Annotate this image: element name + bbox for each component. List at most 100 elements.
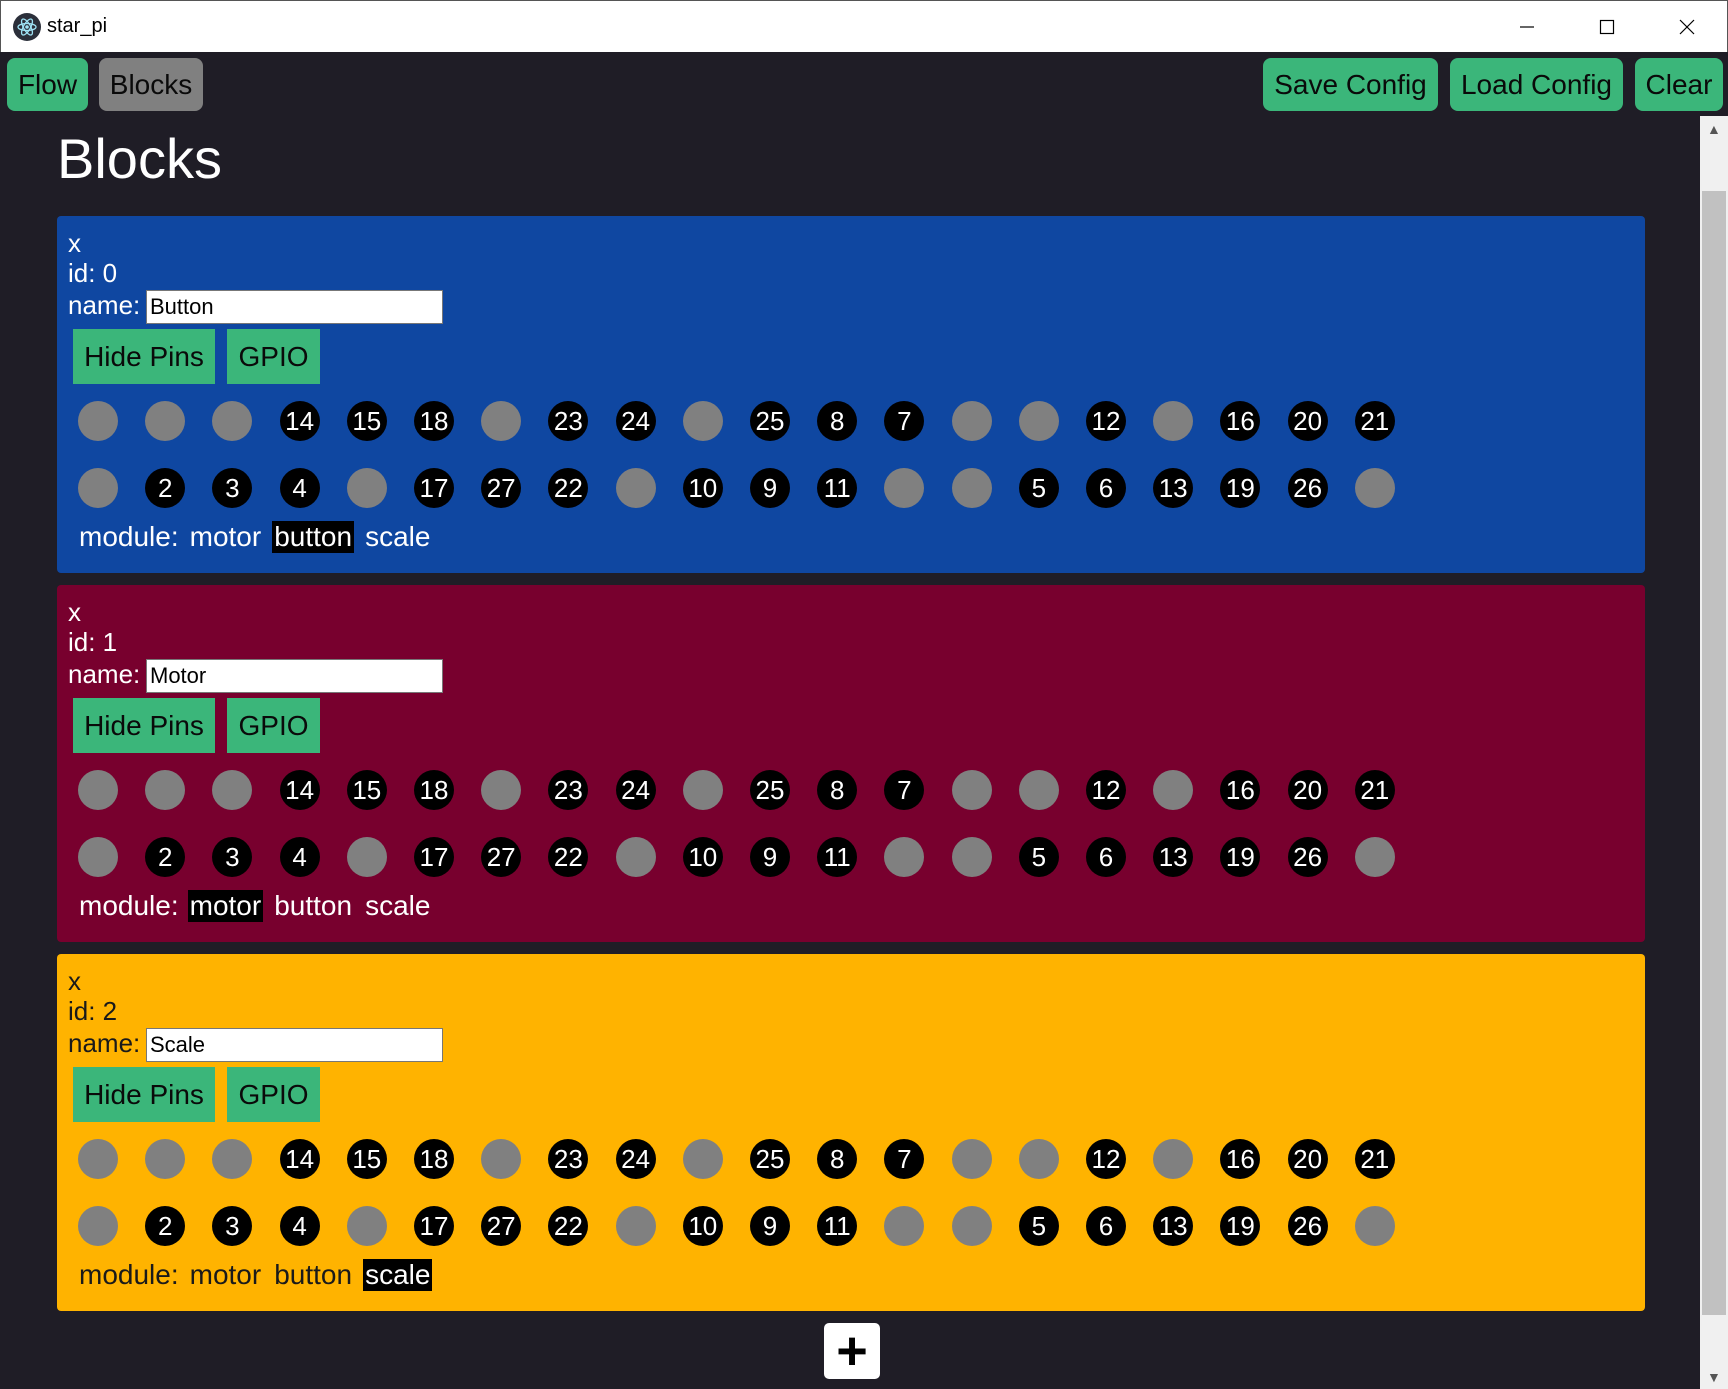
gpio-pin[interactable]: 16 (1220, 770, 1261, 810)
gpio-pin[interactable]: 12 (1086, 401, 1126, 441)
gpio-pin[interactable]: 11 (817, 837, 858, 877)
gpio-pin[interactable]: 5 (1018, 468, 1059, 508)
gpio-pin[interactable]: 21 (1354, 401, 1395, 441)
gpio-pin[interactable]: 19 (1220, 1206, 1261, 1246)
gpio-pin[interactable]: 18 (414, 1139, 454, 1179)
module-option-motor[interactable]: motor (188, 521, 264, 553)
flow-tab-button[interactable]: Flow (7, 58, 88, 111)
gpio-pin[interactable]: 27 (481, 837, 522, 877)
gpio-pin[interactable]: 4 (279, 1206, 320, 1246)
gpio-pin[interactable]: 9 (750, 1206, 790, 1246)
gpio-pin[interactable]: 24 (615, 1139, 656, 1179)
load-config-button[interactable]: Load Config (1450, 58, 1623, 111)
scroll-up-arrow-icon[interactable]: ▲ (1707, 121, 1721, 137)
vertical-scrollbar[interactable]: ▲ ▼ (1700, 116, 1728, 1389)
gpio-pin[interactable]: 3 (212, 468, 253, 508)
gpio-pin[interactable]: 10 (682, 837, 723, 877)
gpio-pin[interactable]: 3 (212, 837, 253, 877)
add-block-button[interactable]: + (824, 1321, 880, 1381)
gpio-pin[interactable]: 12 (1086, 770, 1126, 810)
gpio-pin[interactable]: 21 (1354, 770, 1395, 810)
gpio-pin[interactable]: 17 (414, 837, 454, 877)
gpio-pin[interactable]: 8 (817, 1139, 858, 1179)
module-option-button[interactable]: button (272, 521, 355, 553)
gpio-pin[interactable]: 6 (1086, 468, 1126, 508)
gpio-pin[interactable]: 8 (817, 401, 858, 441)
gpio-pin[interactable]: 9 (750, 468, 790, 508)
gpio-pin[interactable]: 17 (414, 468, 454, 508)
gpio-pin[interactable]: 9 (750, 837, 790, 877)
remove-block-button[interactable]: x (68, 228, 81, 259)
gpio-pin[interactable]: 11 (817, 1206, 858, 1246)
gpio-pin[interactable]: 5 (1018, 837, 1059, 877)
gpio-pin[interactable]: 6 (1086, 837, 1126, 877)
gpio-pin[interactable]: 13 (1153, 468, 1194, 508)
gpio-pin[interactable]: 23 (548, 401, 589, 441)
module-option-button[interactable]: button (272, 890, 354, 922)
gpio-pin[interactable]: 14 (279, 401, 320, 441)
gpio-pin[interactable]: 20 (1287, 770, 1328, 810)
gpio-pin[interactable]: 27 (481, 468, 522, 508)
gpio-pin[interactable]: 26 (1287, 837, 1328, 877)
gpio-pin[interactable]: 11 (817, 468, 858, 508)
remove-block-button[interactable]: x (68, 966, 81, 997)
gpio-pin[interactable]: 16 (1220, 1139, 1261, 1179)
gpio-pin[interactable]: 5 (1018, 1206, 1059, 1246)
block-name-input[interactable] (146, 1028, 443, 1062)
gpio-pin[interactable]: 14 (279, 770, 320, 810)
gpio-pin[interactable]: 7 (884, 770, 925, 810)
block-name-input[interactable] (146, 659, 443, 693)
remove-block-button[interactable]: x (68, 597, 81, 628)
gpio-pin[interactable]: 4 (279, 837, 320, 877)
gpio-pin[interactable]: 14 (279, 1139, 320, 1179)
module-option-scale[interactable]: scale (363, 521, 432, 553)
gpio-pin[interactable]: 2 (145, 1206, 186, 1246)
module-option-motor[interactable]: motor (188, 1259, 264, 1291)
close-window-button[interactable] (1647, 1, 1727, 53)
hide-pins-button[interactable]: Hide Pins (73, 329, 215, 384)
module-option-scale[interactable]: scale (363, 1259, 433, 1291)
gpio-pin[interactable]: 6 (1086, 1206, 1126, 1246)
gpio-pin[interactable]: 20 (1287, 1139, 1328, 1179)
gpio-pin[interactable]: 23 (548, 1139, 589, 1179)
gpio-pin[interactable]: 12 (1086, 1139, 1126, 1179)
hide-pins-button[interactable]: Hide Pins (73, 1067, 215, 1122)
gpio-pin[interactable]: 20 (1287, 401, 1328, 441)
scrollbar-thumb[interactable] (1702, 191, 1726, 1315)
block-name-input[interactable] (146, 290, 443, 324)
gpio-pin[interactable]: 24 (615, 401, 656, 441)
gpio-button[interactable]: GPIO (227, 1067, 320, 1122)
maximize-button[interactable] (1567, 1, 1647, 53)
gpio-pin[interactable]: 23 (548, 770, 589, 810)
gpio-pin[interactable]: 17 (414, 1206, 454, 1246)
gpio-pin[interactable]: 10 (682, 1206, 723, 1246)
gpio-pin[interactable]: 18 (414, 401, 454, 441)
gpio-pin[interactable]: 15 (346, 1139, 387, 1179)
module-option-button[interactable]: button (272, 1259, 354, 1291)
gpio-pin[interactable]: 7 (884, 1139, 925, 1179)
gpio-pin[interactable]: 2 (145, 468, 186, 508)
gpio-pin[interactable]: 4 (279, 468, 320, 508)
gpio-pin[interactable]: 25 (750, 1139, 790, 1179)
gpio-pin[interactable]: 21 (1354, 1139, 1395, 1179)
gpio-pin[interactable]: 18 (414, 770, 454, 810)
gpio-pin[interactable]: 15 (346, 401, 387, 441)
gpio-pin[interactable]: 26 (1287, 468, 1328, 508)
gpio-pin[interactable]: 2 (145, 837, 186, 877)
gpio-pin[interactable]: 22 (548, 468, 589, 508)
gpio-pin[interactable]: 22 (548, 837, 589, 877)
gpio-pin[interactable]: 3 (212, 1206, 253, 1246)
gpio-pin[interactable]: 13 (1153, 837, 1194, 877)
gpio-pin[interactable]: 19 (1220, 468, 1261, 508)
gpio-button[interactable]: GPIO (227, 329, 320, 384)
blocks-tab-button[interactable]: Blocks (99, 58, 203, 111)
minimize-button[interactable] (1487, 1, 1567, 53)
gpio-pin[interactable]: 27 (481, 1206, 522, 1246)
scroll-down-arrow-icon[interactable]: ▼ (1707, 1369, 1721, 1385)
module-option-scale[interactable]: scale (363, 890, 432, 922)
gpio-pin[interactable]: 24 (615, 770, 656, 810)
gpio-button[interactable]: GPIO (227, 698, 320, 753)
hide-pins-button[interactable]: Hide Pins (73, 698, 215, 753)
gpio-pin[interactable]: 15 (346, 770, 387, 810)
gpio-pin[interactable]: 25 (750, 401, 790, 441)
